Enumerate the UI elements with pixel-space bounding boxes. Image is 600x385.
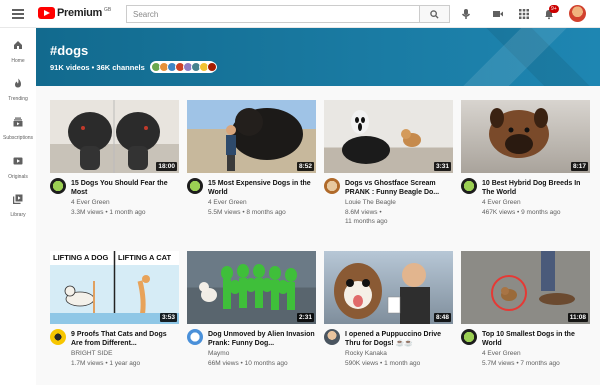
video-card[interactable]: 8:48 I opened a Puppuccino Drive Thru fo… <box>324 251 453 374</box>
video-stats: 467K views • 9 months ago <box>482 209 561 216</box>
thumbnail-caption-right: LIFTING A CAT <box>118 253 172 262</box>
sidebar-item-label: Home <box>11 58 25 64</box>
channel-name[interactable]: 4 Ever Green <box>71 199 110 206</box>
video-duration: 3:31 <box>433 162 451 171</box>
video-card[interactable]: 8:17 10 Best Hybrid Dog Breeds In The Wo… <box>461 100 590 223</box>
channel-avatar[interactable] <box>50 329 66 345</box>
video-title[interactable]: 15 Most Expensive Dogs in the World <box>208 179 316 197</box>
video-title[interactable]: 9 Proofs That Cats and Dogs Are from Dif… <box>71 330 179 348</box>
channel-avatar[interactable] <box>461 329 477 345</box>
video-duration: 2:31 <box>296 313 314 322</box>
library-icon <box>12 194 23 205</box>
logo-text: Premium <box>57 7 102 19</box>
search-icon <box>430 10 439 19</box>
originals-icon <box>13 157 23 165</box>
notifications-badge: 9+ <box>549 5 559 13</box>
video-title[interactable]: I opened a Puppuccino Drive Thru for Dog… <box>345 330 453 348</box>
hashtag-banner: #dogs 91K videos • 36K channels <box>36 28 600 86</box>
apps-grid-icon[interactable] <box>518 8 530 20</box>
sidebar-item-originals[interactable]: Originals <box>0 156 36 180</box>
flame-icon <box>15 78 21 88</box>
video-title[interactable]: Dogs vs Ghostface Scream PRANK : Funny B… <box>345 179 453 197</box>
video-thumbnail[interactable]: 11:08 <box>461 251 590 324</box>
user-avatar[interactable] <box>569 5 586 22</box>
sidebar-item-trending[interactable]: Trending <box>0 78 36 102</box>
channel-name[interactable]: 4 Ever Green <box>208 199 247 206</box>
sidebar-item-label: Originals <box>8 174 28 180</box>
video-thumbnail[interactable]: 8:17 <box>461 100 590 173</box>
channel-name[interactable]: BRIGHT SIDE <box>71 350 112 357</box>
video-thumbnail[interactable]: 18:00 <box>50 100 179 173</box>
video-stats: 66M views • 10 months ago <box>208 360 288 367</box>
video-title[interactable]: Top 10 Smallest Dogs in the World <box>482 330 590 348</box>
video-title[interactable]: 10 Best Hybrid Dog Breeds In The World <box>482 179 590 197</box>
channel-avatar[interactable] <box>50 178 66 194</box>
video-duration: 8:52 <box>296 162 314 171</box>
video-stats: 5.5M views • 8 months ago <box>208 209 286 216</box>
video-thumbnail[interactable]: 8:52 <box>187 100 316 173</box>
sidebar-item-subscriptions[interactable]: Subscriptions <box>0 117 36 141</box>
menu-icon[interactable] <box>12 9 24 19</box>
channel-name[interactable]: 4 Ever Green <box>482 350 521 357</box>
search-input[interactable]: Search <box>126 5 420 23</box>
main-content: #dogs 91K videos • 36K channels 18:00 15… <box>36 28 600 385</box>
video-card[interactable]: 18:00 15 Dogs You Should Fear the Most 4… <box>50 100 179 223</box>
hashtag-stats: 91K videos • 36K channels <box>50 63 145 72</box>
video-card[interactable]: LIFTING A DOG LIFTING A CAT 3:53 9 Proof… <box>50 251 179 374</box>
channel-avatar[interactable] <box>187 178 203 194</box>
logo-region: GB <box>103 7 112 13</box>
channel-avatar[interactable] <box>461 178 477 194</box>
microphone-icon[interactable] <box>460 8 472 20</box>
video-duration: 3:53 <box>159 313 177 322</box>
video-duration: 8:48 <box>433 313 451 322</box>
hashtag-title: #dogs <box>50 43 89 58</box>
thumbnail-caption-left: LIFTING A DOG <box>53 253 109 262</box>
video-thumbnail[interactable]: 8:48 <box>324 251 453 324</box>
channel-avatar[interactable] <box>324 329 340 345</box>
youtube-logo[interactable]: Premium GB <box>38 7 111 19</box>
video-card[interactable]: 3:31 Dogs vs Ghostface Scream PRANK : Fu… <box>324 100 453 226</box>
video-card[interactable]: 8:52 15 Most Expensive Dogs in the World… <box>187 100 316 223</box>
channel-name[interactable]: Maymo <box>208 350 229 357</box>
channel-name[interactable]: Louie The Beagle <box>345 199 396 206</box>
sidebar-item-label: Library <box>10 212 26 218</box>
channel-name[interactable]: Rocky Kanaka <box>345 350 387 357</box>
youtube-play-icon <box>38 7 55 19</box>
channel-avatar[interactable] <box>324 178 340 194</box>
video-stats: 1.7M views • 1 year ago <box>71 360 141 367</box>
sidebar-item-home[interactable]: Home <box>0 40 36 64</box>
video-card[interactable]: 2:31 Dog Unmoved by Alien Invasion Prank… <box>187 251 316 374</box>
search-button[interactable] <box>420 5 450 23</box>
home-icon <box>14 41 22 49</box>
video-stats: 3.3M views • 1 month ago <box>71 209 146 216</box>
video-duration: 11:08 <box>567 313 588 322</box>
sidebar-item-library[interactable]: Library <box>0 194 36 218</box>
sidebar-item-label: Trending <box>8 96 28 102</box>
video-stats-line: 11 months ago <box>345 218 388 225</box>
video-duration: 18:00 <box>156 162 177 171</box>
sidebar: Home Trending Subscriptions Originals Li… <box>0 28 36 385</box>
video-duration: 8:17 <box>570 162 588 171</box>
video-stats: 5.7M views • 7 months ago <box>482 360 560 367</box>
video-title[interactable]: 15 Dogs You Should Fear the Most <box>71 179 179 197</box>
top-bar: Premium GB Search 9+ <box>0 0 600 28</box>
video-thumbnail[interactable]: LIFTING A DOG LIFTING A CAT 3:53 <box>50 251 179 324</box>
channel-avatars[interactable] <box>150 61 217 73</box>
video-stats-line: 8.6M views • <box>345 209 382 216</box>
video-card[interactable]: 11:08 Top 10 Smallest Dogs in the World … <box>461 251 590 374</box>
channel-avatar[interactable] <box>187 329 203 345</box>
sidebar-item-label: Subscriptions <box>2 135 33 141</box>
video-stats: 8.6M views • 11 months ago <box>345 208 453 226</box>
channel-name[interactable]: 4 Ever Green <box>482 199 521 206</box>
video-title[interactable]: Dog Unmoved by Alien Invasion Prank: Fun… <box>208 330 316 348</box>
subscriptions-icon <box>13 117 23 127</box>
create-video-icon[interactable] <box>492 8 504 20</box>
video-stats: 590K views • 1 month ago <box>345 360 421 367</box>
video-thumbnail[interactable]: 2:31 <box>187 251 316 324</box>
video-thumbnail[interactable]: 3:31 <box>324 100 453 173</box>
